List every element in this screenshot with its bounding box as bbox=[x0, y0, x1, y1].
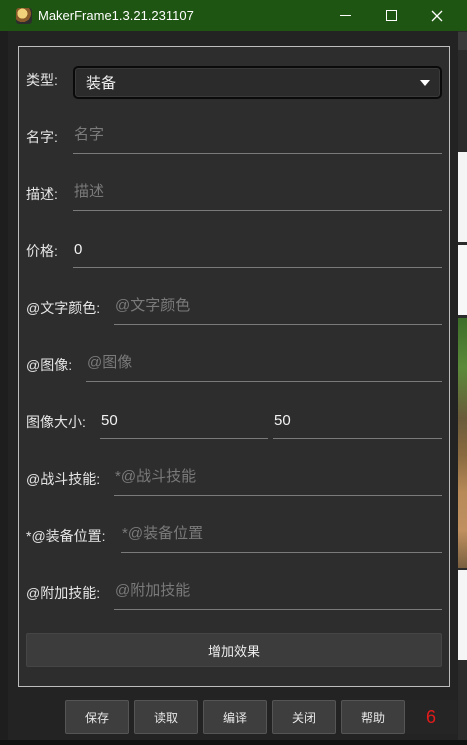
load-button[interactable]: 读取 bbox=[134, 700, 198, 734]
chevron-down-icon bbox=[420, 80, 430, 86]
type-select[interactable]: 装备 bbox=[73, 66, 442, 99]
error-counter: 6 bbox=[405, 700, 457, 734]
price-label: 价格: bbox=[26, 243, 58, 259]
image-height-input[interactable]: 50 bbox=[273, 403, 442, 439]
text-color-label: @文字颜色: bbox=[26, 300, 101, 316]
equip-slot-input[interactable]: *@装备位置 bbox=[121, 517, 442, 553]
image-row: @图像: bbox=[26, 349, 72, 385]
add-effect-button[interactable]: 增加效果 bbox=[26, 633, 442, 667]
name-row: 名字: bbox=[26, 121, 58, 157]
equip-slot-row: *@装备位置: bbox=[26, 520, 106, 556]
close-icon bbox=[431, 10, 443, 21]
equip-slot-label: *@装备位置: bbox=[26, 528, 106, 544]
save-button[interactable]: 保存 bbox=[65, 700, 129, 734]
name-label: 名字: bbox=[26, 129, 58, 145]
help-button[interactable]: 帮助 bbox=[341, 700, 405, 734]
description-label: 描述: bbox=[26, 186, 58, 202]
image-size-label: 图像大小: bbox=[26, 414, 86, 430]
type-label: 类型: bbox=[26, 72, 58, 88]
close-button[interactable]: 关闭 bbox=[272, 700, 336, 734]
extra-skill-label: @附加技能: bbox=[26, 585, 101, 601]
text-color-input[interactable]: @文字颜色 bbox=[114, 289, 442, 325]
background-window-image bbox=[458, 318, 467, 568]
taskbar-strip bbox=[0, 740, 467, 745]
close-window-button[interactable] bbox=[414, 0, 460, 31]
image-label: @图像: bbox=[26, 357, 73, 373]
background-window-panel bbox=[458, 570, 467, 660]
minimize-icon bbox=[339, 15, 351, 16]
extra-skill-row: @附加技能: bbox=[26, 577, 100, 613]
price-input[interactable]: 0 bbox=[73, 232, 442, 268]
description-row: 描述: bbox=[26, 178, 58, 214]
compile-button[interactable]: 编译 bbox=[203, 700, 267, 734]
battle-skill-label: @战斗技能: bbox=[26, 471, 101, 487]
background-window-panel bbox=[458, 152, 467, 242]
name-input[interactable]: 名字 bbox=[73, 118, 442, 154]
window-title: MakerFrame1.3.21.231107 bbox=[38, 8, 194, 23]
app-icon bbox=[16, 7, 32, 24]
type-row: 类型: bbox=[26, 64, 58, 100]
image-width-input[interactable]: 50 bbox=[100, 403, 268, 439]
extra-skill-input[interactable]: @附加技能 bbox=[114, 574, 442, 610]
image-size-row: 图像大小: bbox=[26, 406, 86, 442]
background-window-panel bbox=[458, 245, 467, 315]
image-input[interactable]: @图像 bbox=[86, 346, 442, 382]
maximize-button[interactable] bbox=[368, 0, 414, 31]
type-select-value: 装备 bbox=[86, 75, 117, 92]
text-color-row: @文字颜色: bbox=[26, 292, 100, 328]
battle-skill-input[interactable]: *@战斗技能 bbox=[114, 460, 442, 496]
price-row: 价格: bbox=[26, 235, 58, 271]
battle-skill-row: @战斗技能: bbox=[26, 463, 100, 499]
minimize-button[interactable] bbox=[322, 0, 368, 31]
maximize-icon bbox=[385, 10, 397, 21]
description-input[interactable]: 描述 bbox=[73, 175, 442, 211]
